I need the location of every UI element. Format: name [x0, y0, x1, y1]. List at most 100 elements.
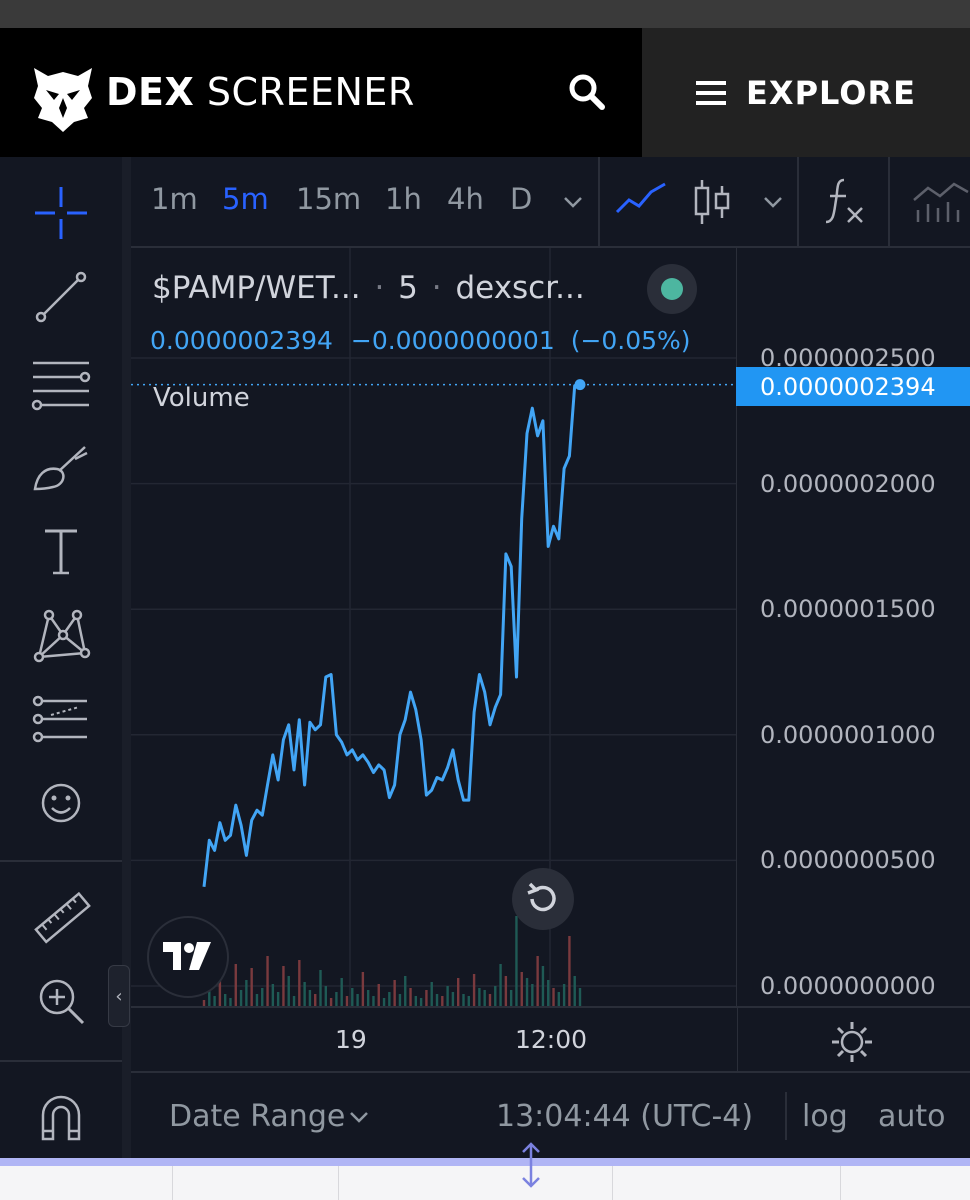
price-line-series [131, 379, 737, 887]
volume-bar [329, 998, 333, 1006]
chart-settings-gear-icon[interactable] [828, 1018, 876, 1066]
volume-bar [303, 982, 306, 1006]
emoji-tool[interactable] [30, 772, 92, 834]
timeframe-5m[interactable]: 5m [222, 182, 269, 216]
brand-logo[interactable]: DEX SCREENER [106, 70, 415, 114]
volume-bar [467, 996, 470, 1006]
pattern-tool[interactable] [30, 604, 92, 666]
price-chart[interactable] [131, 248, 737, 1006]
bottom-bar-border [131, 1071, 970, 1073]
timeframe-1h[interactable]: 1h [385, 182, 422, 216]
fib-retracement-tool[interactable] [30, 352, 92, 414]
timeframe-1m[interactable]: 1m [151, 182, 198, 216]
panel-resize-bar[interactable] [0, 1158, 970, 1166]
legend-change: −0.0000000001 [350, 326, 555, 355]
search-icon[interactable] [565, 70, 609, 114]
volume-bar [271, 984, 275, 1006]
volume-bar [223, 994, 227, 1006]
reset-chart-button[interactable] [512, 868, 574, 930]
price-tick-label: 0.0000001500 [760, 595, 936, 623]
volume-bar [552, 988, 555, 1006]
volume-bar [234, 964, 237, 1006]
volume-bar [499, 964, 502, 1006]
volume-bar [213, 996, 216, 1006]
explore-label: EXPLORE [746, 73, 916, 112]
trend-line-tool[interactable] [30, 266, 92, 328]
volume-bar [520, 972, 523, 1006]
device-status-strip [0, 0, 970, 28]
legend-separator: · [431, 270, 442, 306]
auto-scale-toggle[interactable]: auto [878, 1099, 946, 1134]
volume-bar [319, 970, 322, 1006]
volume-bar [531, 984, 534, 1006]
volume-bar [282, 966, 285, 1006]
volume-bar [372, 996, 375, 1006]
log-scale-toggle[interactable]: log [802, 1099, 848, 1134]
timeframe-15m[interactable]: 15m [296, 182, 361, 216]
hamburger-menu-icon [696, 80, 727, 105]
volume-bar [562, 984, 566, 1006]
ruler-icon [34, 891, 91, 944]
volume-bar [568, 936, 571, 1006]
panel-column-divider [612, 1166, 613, 1200]
crosshair-tool[interactable] [30, 182, 92, 244]
text-tool[interactable] [30, 520, 92, 582]
timeframe-d[interactable]: D [510, 182, 532, 216]
forecast-tool[interactable] [30, 688, 92, 750]
market-status-indicator[interactable] [647, 264, 697, 314]
chart-grid [131, 248, 737, 1006]
date-range-chevron-icon[interactable] [348, 1110, 370, 1124]
volume-bar [462, 994, 465, 1006]
collapse-toolbar-button[interactable]: ‹ [108, 965, 130, 1027]
magnet-icon [41, 1095, 81, 1141]
measure-tool[interactable] [30, 888, 92, 950]
panel-column-divider [840, 1166, 841, 1200]
explore-button[interactable]: EXPLORE [642, 28, 970, 157]
volume-bar [488, 994, 492, 1006]
volume-bar [229, 998, 232, 1006]
current-price-badge: 0.0000002394 [736, 367, 970, 406]
time-tick-label: 19 [335, 1025, 367, 1054]
toolbar-group-separator [0, 1060, 122, 1062]
volume-bar [430, 982, 433, 1006]
time-axis[interactable] [131, 1007, 737, 1071]
legend-change-pct: (−0.05%) [570, 326, 691, 355]
volume-bar [377, 984, 380, 1006]
price-tick-label: 0.0000002000 [760, 470, 936, 498]
volume-bar [446, 986, 449, 1006]
volume-bar [557, 992, 561, 1006]
volume-bar [414, 996, 418, 1006]
volume-bar [494, 986, 497, 1006]
resize-handle-icon[interactable] [518, 1140, 544, 1190]
chart-legend-title[interactable]: $PAMP/WET... · 5 · dexscr... [152, 270, 585, 306]
volume-bar [266, 956, 269, 1006]
brush-tool[interactable] [30, 436, 92, 498]
candlestick-chart-type-icon[interactable] [692, 178, 732, 226]
text-t-icon [45, 529, 77, 575]
line-chart-type-icon[interactable] [615, 180, 667, 220]
brand-bold: DEX [106, 70, 195, 114]
zoom-tool[interactable] [30, 970, 92, 1032]
volume-bar [504, 976, 508, 1006]
bottom-bar-separator [785, 1092, 787, 1140]
volume-bar [525, 978, 529, 1006]
volume-legend[interactable]: Volume [153, 383, 250, 413]
panel-column-divider [172, 1166, 173, 1200]
clock-timezone[interactable]: 13:04:44 (UTC-4) [496, 1099, 753, 1134]
volume-bar [435, 994, 439, 1006]
chart-type-dropdown-chevron-icon[interactable] [762, 194, 784, 210]
source-label: dexscr... [455, 270, 585, 306]
status-dot-icon [661, 278, 683, 300]
legend-values: 0.0000002394 −0.0000000001 (−0.05%) [150, 326, 691, 355]
volume-bar [361, 972, 365, 1006]
tradingview-logo[interactable] [147, 916, 229, 998]
compare-chart-icon[interactable] [910, 178, 970, 224]
indicators-fx-icon[interactable] [822, 176, 866, 226]
date-range-button[interactable]: Date Range [169, 1099, 345, 1134]
volume-bar [382, 998, 386, 1006]
legend-price: 0.0000002394 [150, 326, 333, 355]
magnet-tool[interactable] [30, 1086, 92, 1148]
timeframe-4h[interactable]: 4h [447, 182, 484, 216]
brand-light: SCREENER [206, 70, 415, 114]
timeframe-dropdown-chevron-icon[interactable] [562, 194, 584, 210]
